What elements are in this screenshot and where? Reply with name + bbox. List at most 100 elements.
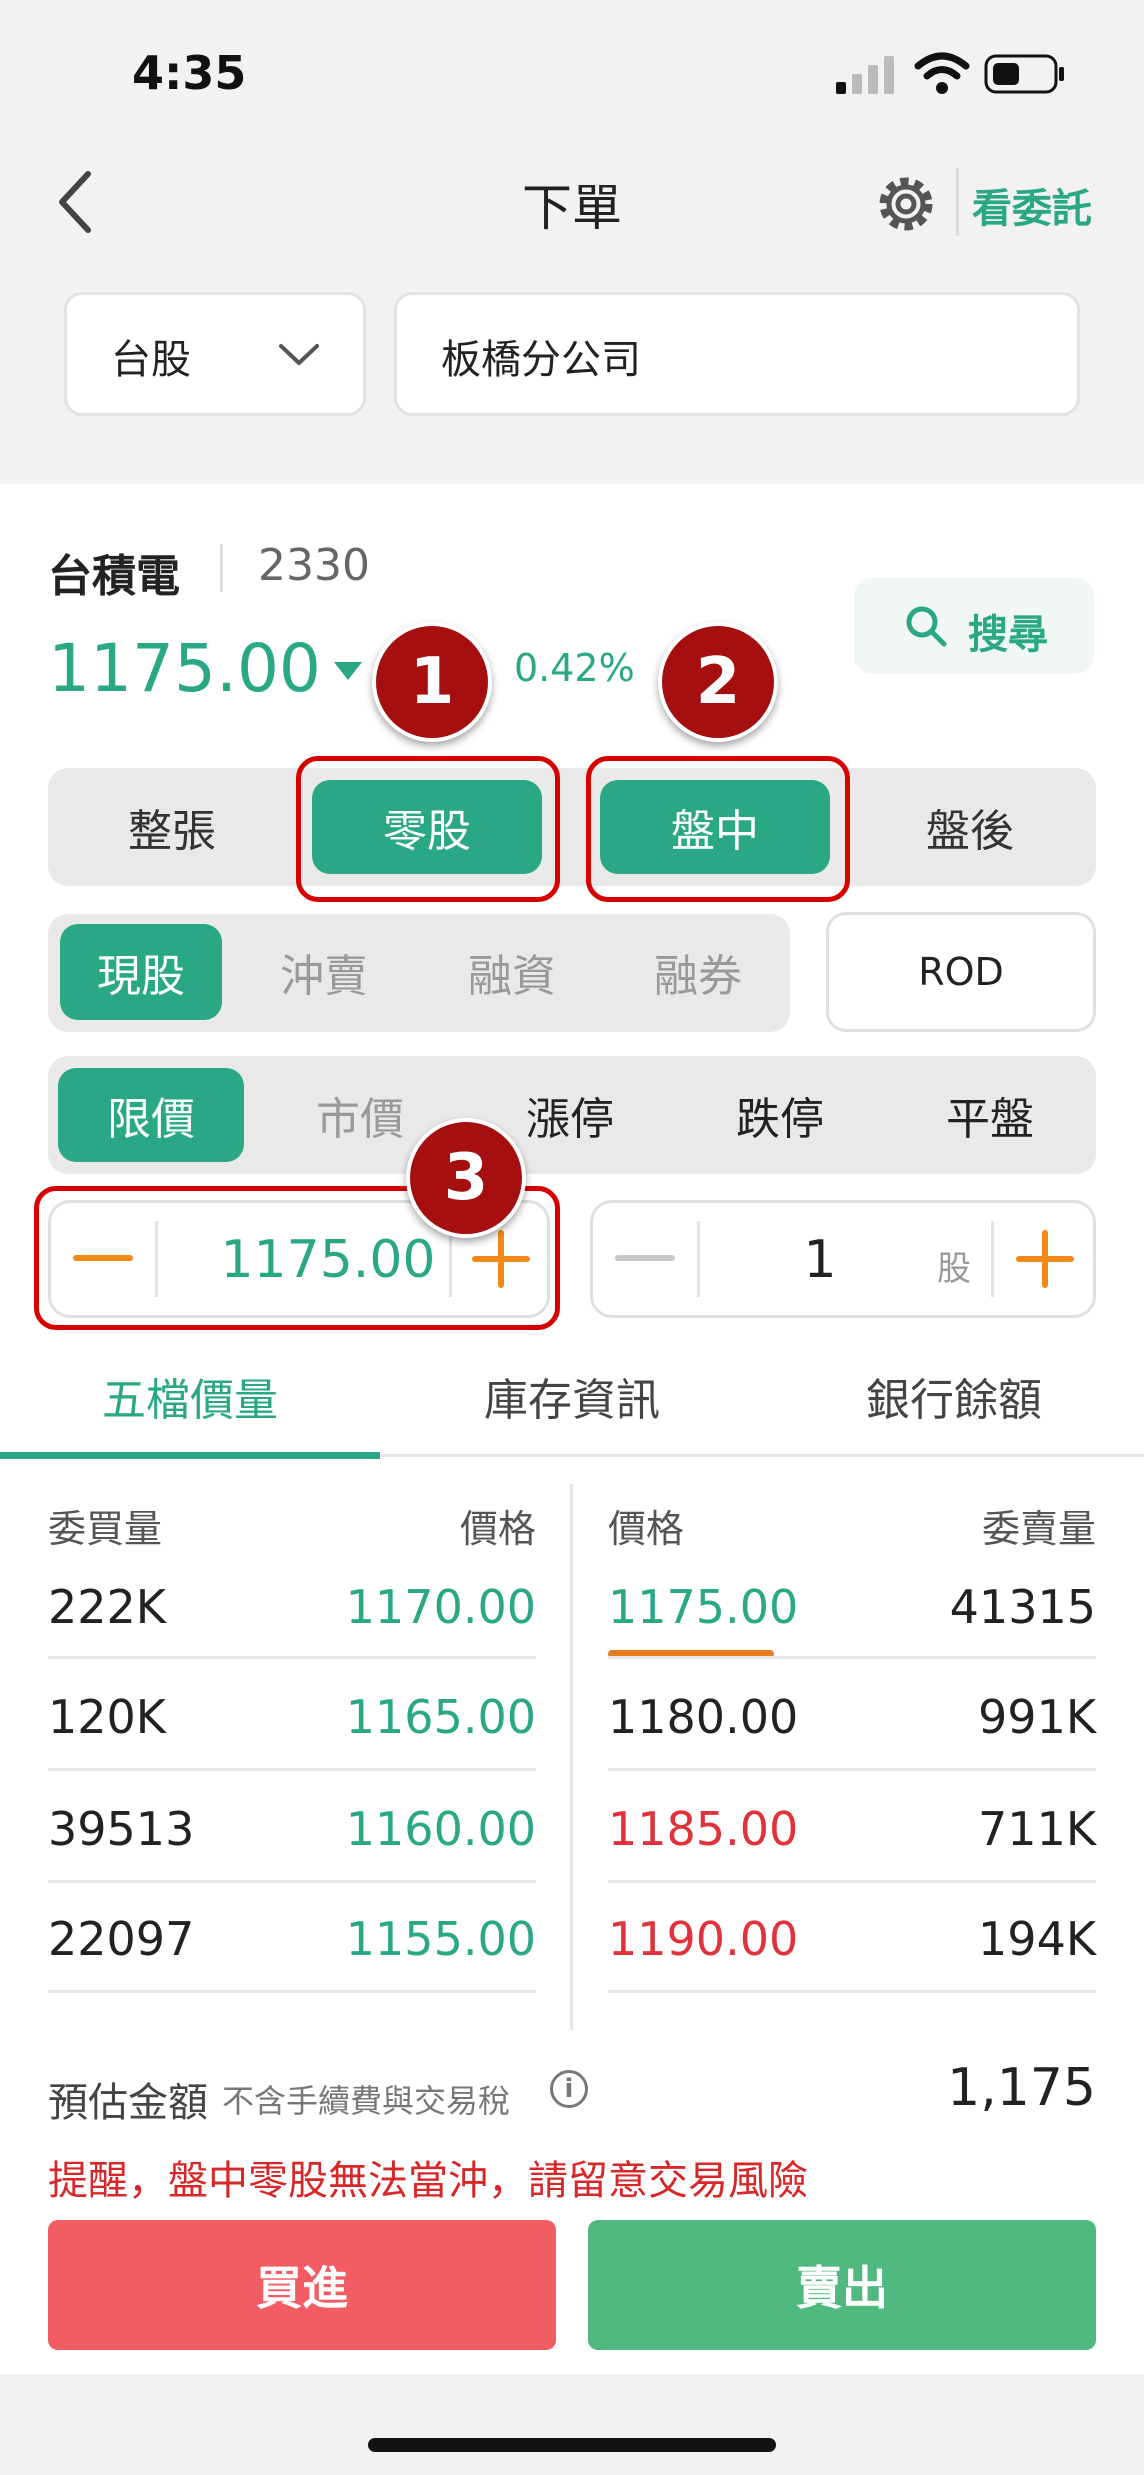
wifi-icon [914, 52, 970, 100]
tab-cash-label: 現股 [97, 951, 185, 1002]
search-label: 搜尋 [968, 612, 1048, 658]
annotation-badge-1: 1 [372, 622, 492, 742]
quantity-stepper: 股 [590, 1200, 1096, 1318]
tab-day-sell[interactable]: 沖賣 [236, 924, 412, 1020]
annotation-badge-1-label: 1 [409, 645, 455, 719]
stock-change: 0.42% [514, 646, 635, 690]
estimate-value: 1,175 [947, 2058, 1096, 2118]
active-tab-indicator [0, 1452, 380, 1459]
tab-inventory[interactable]: 庫存資訊 [380, 1364, 764, 1428]
sell-button-label: 賣出 [796, 2261, 888, 2315]
row-divider [48, 1880, 536, 1883]
tab-limit-down-label: 跌停 [736, 1094, 824, 1145]
estimate-note: 不含手續費與交易稅 [222, 2082, 511, 2120]
bid-price: 1165.00 [345, 1690, 536, 1744]
search-button[interactable]: 搜尋 [854, 578, 1094, 674]
tab-full-lot-label: 整張 [128, 806, 216, 857]
annotation-badge-3-label: 3 [443, 1141, 489, 1215]
tab-market-label: 市價 [316, 1094, 404, 1145]
bid-qty: 222K [48, 1580, 166, 1634]
info-icon[interactable]: i [550, 2070, 588, 2108]
quantity-input[interactable] [703, 1213, 937, 1307]
chevron-down-icon [279, 344, 319, 365]
annotation-box-intraday [586, 756, 850, 902]
tab-full-lot[interactable]: 整張 [62, 780, 282, 874]
branch-value: 板橋分公司 [441, 337, 641, 383]
bid-qty: 39513 [48, 1802, 195, 1856]
down-triangle-icon [334, 662, 362, 680]
ask-qty: 194K [978, 1912, 1096, 1966]
ask-qty: 711K [978, 1802, 1096, 1856]
buy-button-label: 買進 [256, 2261, 348, 2315]
gear-icon [879, 177, 933, 231]
ask-qty: 41315 [949, 1580, 1096, 1634]
stepper-divider [991, 1221, 994, 1297]
ask-qty: 991K [978, 1690, 1096, 1744]
view-orders-link[interactable]: 看委託 [972, 176, 1092, 234]
tab-limit-label: 限價 [107, 1094, 195, 1145]
orderbook-center-divider [570, 1484, 573, 2030]
market-dropdown[interactable]: 台股 [64, 292, 366, 416]
ask-price: 1190.00 [608, 1912, 799, 1966]
stock-name: 台積電 [48, 551, 180, 602]
bid-qty-header: 委買量 [48, 1507, 163, 1551]
bid-price-header: 價格 [459, 1507, 536, 1551]
signal-icon [836, 54, 896, 98]
stock-price: 1175.00 [48, 630, 321, 707]
quantity-unit: 股 [937, 1249, 971, 1289]
status-time: 4:35 [132, 46, 247, 100]
tab-short[interactable]: 融券 [610, 924, 786, 1020]
tab-after-hours[interactable]: 盤後 [860, 780, 1080, 874]
stock-code: 2330 [258, 540, 370, 591]
tab-short-label: 融券 [654, 951, 742, 1002]
annotation-box-odd-lot [296, 756, 560, 902]
ask-price: 1175.00 [608, 1580, 799, 1634]
bid-price: 1155.00 [345, 1912, 536, 1966]
bid-price: 1160.00 [345, 1802, 536, 1856]
tab-margin[interactable]: 融資 [424, 924, 600, 1020]
ask-price: 1180.00 [608, 1690, 799, 1744]
annotation-badge-2-label: 2 [695, 645, 741, 719]
row-divider [48, 1656, 536, 1659]
plus-icon [1016, 1230, 1074, 1288]
qty-decrement-button[interactable] [593, 1203, 697, 1315]
branch-field[interactable]: 板橋分公司 [394, 292, 1080, 416]
tab-limit-down[interactable]: 跌停 [682, 1068, 878, 1162]
rod-label: ROD [918, 950, 1004, 994]
bid-price: 1170.00 [345, 1580, 536, 1634]
tab-limit-up-label: 漲停 [526, 1094, 614, 1145]
row-divider [608, 1768, 1096, 1771]
qty-increment-button[interactable] [995, 1203, 1095, 1315]
warning-text: 提醒，盤中零股無法當沖，請留意交易風險 [48, 2158, 808, 2204]
buy-button[interactable]: 買進 [48, 2220, 556, 2350]
annotation-badge-3: 3 [406, 1118, 526, 1238]
settings-button[interactable] [874, 172, 938, 240]
sell-button[interactable]: 賣出 [588, 2220, 1096, 2350]
ask-price: 1185.00 [608, 1802, 799, 1856]
bid-qty: 22097 [48, 1912, 195, 1966]
tab-margin-label: 融資 [468, 951, 556, 1002]
search-icon [906, 606, 947, 647]
annotation-badge-2: 2 [658, 622, 778, 742]
tab-day-sell-label: 沖賣 [280, 951, 368, 1002]
estimate-label: 預估金額 [48, 2080, 208, 2126]
stock-divider [220, 544, 223, 592]
market-dropdown-value: 台股 [111, 337, 191, 383]
tab-bank-balance[interactable]: 銀行餘額 [764, 1364, 1144, 1428]
bid-qty: 120K [48, 1690, 166, 1744]
home-indicator [368, 2438, 776, 2452]
rod-select[interactable]: ROD [826, 912, 1096, 1032]
tab-cash[interactable]: 現股 [60, 924, 222, 1020]
tab-limit[interactable]: 限價 [58, 1068, 244, 1162]
row-divider [48, 1990, 536, 1993]
battery-icon [984, 54, 1066, 98]
stepper-divider [697, 1221, 700, 1297]
minus-icon [615, 1255, 675, 1261]
tab-order-book[interactable]: 五檔價量 [0, 1364, 380, 1428]
tab-flat-label: 平盤 [946, 1094, 1034, 1145]
row-divider [608, 1880, 1096, 1883]
row-divider [608, 1656, 1096, 1659]
tab-flat[interactable]: 平盤 [892, 1068, 1088, 1162]
tab-after-hours-label: 盤後 [926, 806, 1014, 857]
row-divider [608, 1990, 1096, 1993]
